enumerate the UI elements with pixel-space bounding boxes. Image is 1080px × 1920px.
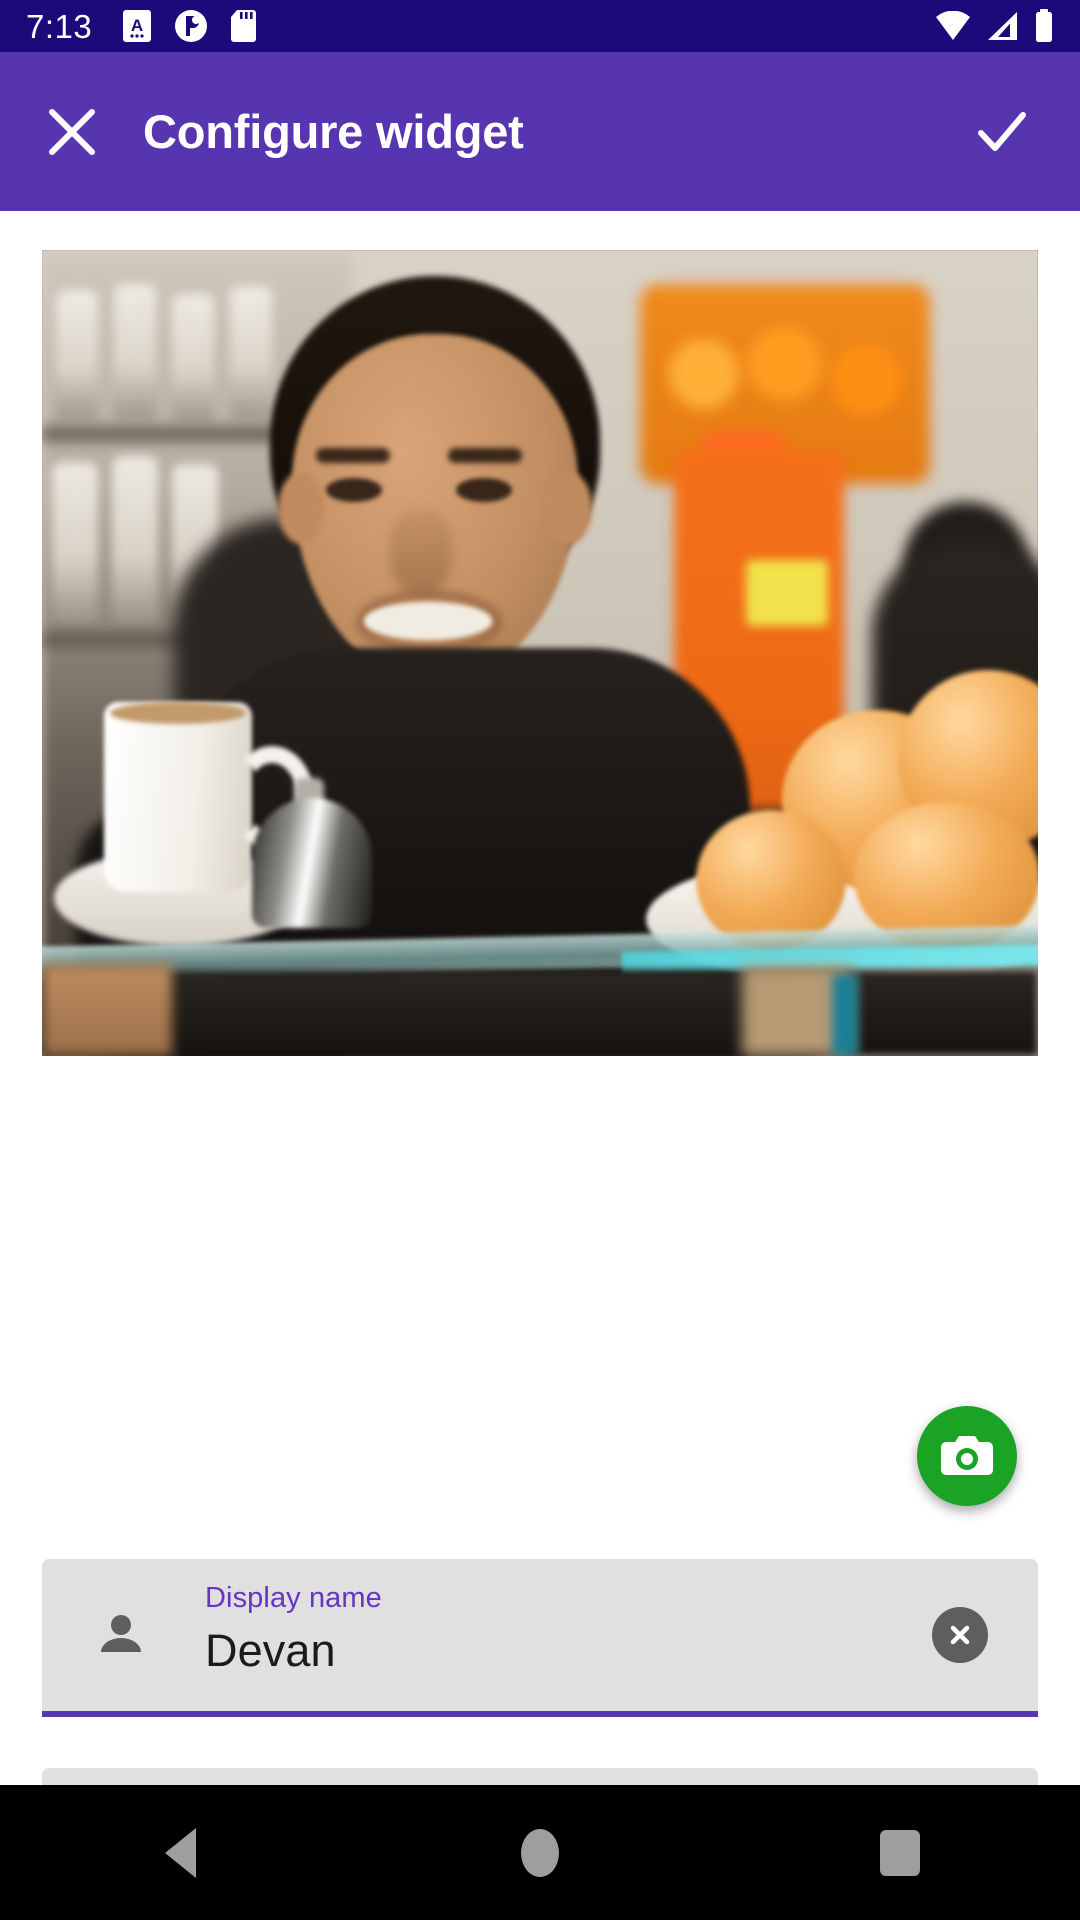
- camera-icon: [941, 1436, 993, 1475]
- nav-back-button[interactable]: [105, 1785, 255, 1920]
- photo-pastry: [696, 810, 846, 950]
- nav-recents-button[interactable]: [825, 1785, 975, 1920]
- cellular-signal-icon: [988, 12, 1017, 40]
- back-triangle-icon: [164, 1827, 196, 1878]
- svg-text:A: A: [131, 16, 143, 35]
- clear-icon: [950, 1625, 970, 1645]
- photo-bottle: [112, 456, 158, 622]
- photo-subject-ear: [546, 472, 592, 544]
- photo-subject-eye: [456, 478, 512, 502]
- photo-service-bell: [252, 798, 372, 928]
- photo-foreground: [42, 970, 1038, 1056]
- display-name-body: Display name Devan: [205, 1583, 918, 1675]
- photo-forearm: [42, 964, 172, 1056]
- person-icon: [92, 1606, 150, 1664]
- photo-subject-nose: [390, 508, 452, 594]
- photo-subject-teeth: [364, 602, 492, 640]
- display-name-label: Display name: [205, 1582, 382, 1614]
- photo-bottle: [114, 284, 156, 420]
- recents-square-icon: [880, 1829, 920, 1876]
- photo-subject-eye: [326, 478, 382, 502]
- sd-card-icon: [231, 10, 257, 42]
- status-notification-icons: A: [122, 9, 257, 43]
- status-bar: 7:13 A: [0, 0, 1080, 52]
- check-icon: [978, 111, 1026, 151]
- app-circle-icon: [175, 10, 208, 42]
- take-photo-button[interactable]: [917, 1406, 1017, 1506]
- clear-display-name-button[interactable]: [932, 1607, 988, 1663]
- app-bar: Configure widget: [0, 52, 1080, 211]
- system-navigation-bar: [0, 1785, 1080, 1920]
- photo-teal-accent: [832, 974, 858, 1056]
- photo-coffee-surface: [110, 702, 246, 724]
- photo-render: [42, 250, 1038, 1056]
- wifi-icon: [936, 11, 970, 40]
- close-button[interactable]: [24, 84, 120, 180]
- photo-bottle: [172, 294, 214, 422]
- widget-photo[interactable]: [42, 250, 1038, 1056]
- display-name-field[interactable]: Display name Devan: [42, 1559, 1038, 1717]
- done-button[interactable]: [954, 84, 1050, 180]
- home-circle-icon: [521, 1828, 559, 1877]
- photo-bottle: [230, 286, 272, 420]
- photo-yellow-tag: [746, 560, 828, 626]
- notification-letter-a-icon: A: [123, 10, 152, 42]
- photo-subject-brow: [448, 448, 522, 463]
- photo-bottle: [56, 290, 98, 420]
- app-screen: 7:13 A Configure widget Display name Dev…: [0, 0, 1080, 1920]
- photo-bottle: [52, 462, 98, 622]
- photo-subject-ear: [278, 472, 324, 544]
- display-name-value[interactable]: Devan: [205, 1627, 918, 1675]
- close-icon: [49, 108, 95, 155]
- content-area: Display name Devan Phone 555-1234: [0, 211, 1080, 1920]
- nav-home-button[interactable]: [465, 1785, 615, 1920]
- status-system-icons: [934, 9, 1054, 43]
- status-clock: 7:13: [26, 7, 93, 45]
- photo-subject-brow: [316, 448, 390, 463]
- page-title: Configure widget: [143, 105, 524, 158]
- battery-icon: [1036, 9, 1052, 42]
